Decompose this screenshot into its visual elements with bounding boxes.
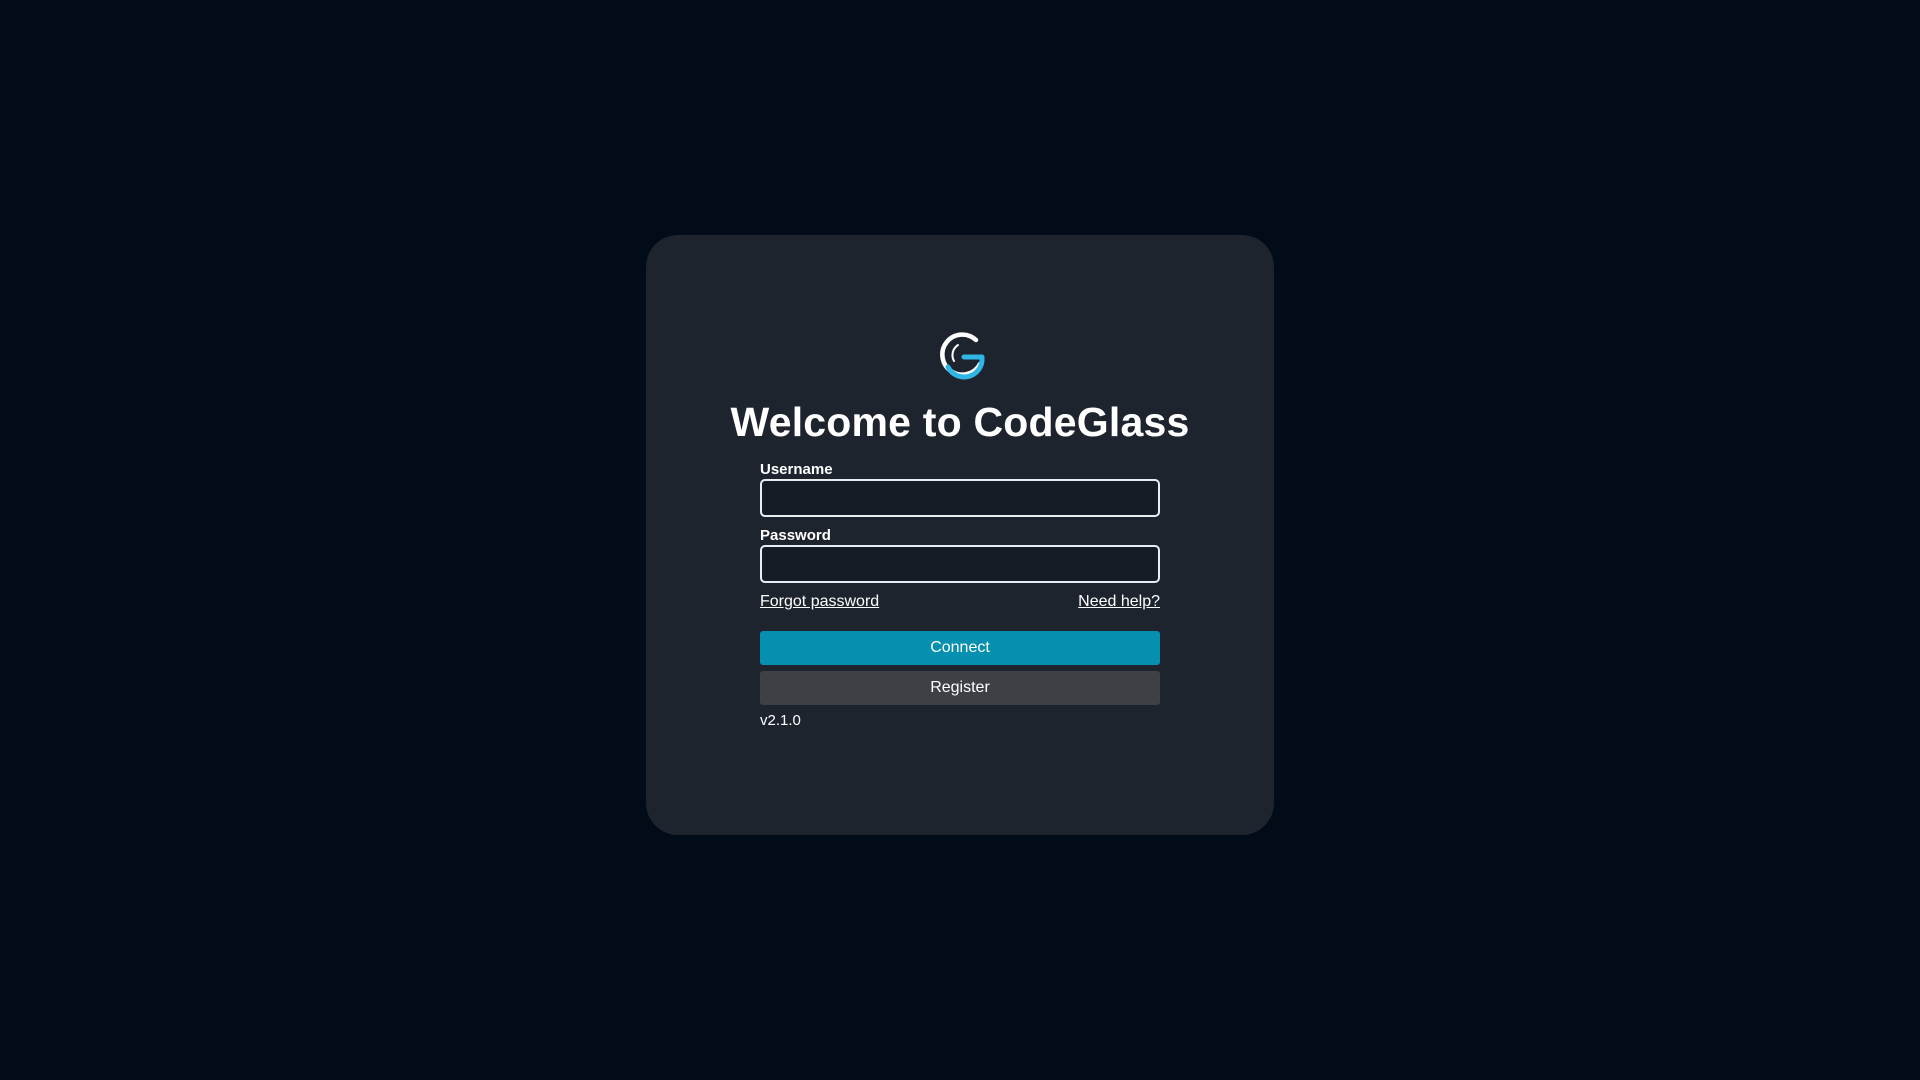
password-label: Password — [760, 527, 831, 544]
password-field-group: Password — [760, 527, 1160, 583]
page-title: Welcome to CodeGlass — [730, 399, 1190, 445]
register-button[interactable]: Register — [760, 671, 1160, 705]
connect-button[interactable]: Connect — [760, 631, 1160, 665]
page-background: Welcome to CodeGlass Username Password F… — [0, 0, 1920, 1080]
username-field-group: Username — [760, 461, 1160, 517]
username-label: Username — [760, 461, 833, 478]
login-form: Username Password Forgot password Need h… — [760, 461, 1160, 729]
auth-links-row: Forgot password Need help? — [760, 591, 1160, 613]
login-card: Welcome to CodeGlass Username Password F… — [646, 235, 1274, 835]
codeglass-logo-icon — [940, 332, 985, 380]
need-help-link[interactable]: Need help? — [1078, 591, 1160, 613]
forgot-password-link[interactable]: Forgot password — [760, 591, 879, 613]
version-label: v2.1.0 — [760, 712, 801, 729]
password-input[interactable] — [760, 545, 1160, 583]
username-input[interactable] — [760, 479, 1160, 517]
